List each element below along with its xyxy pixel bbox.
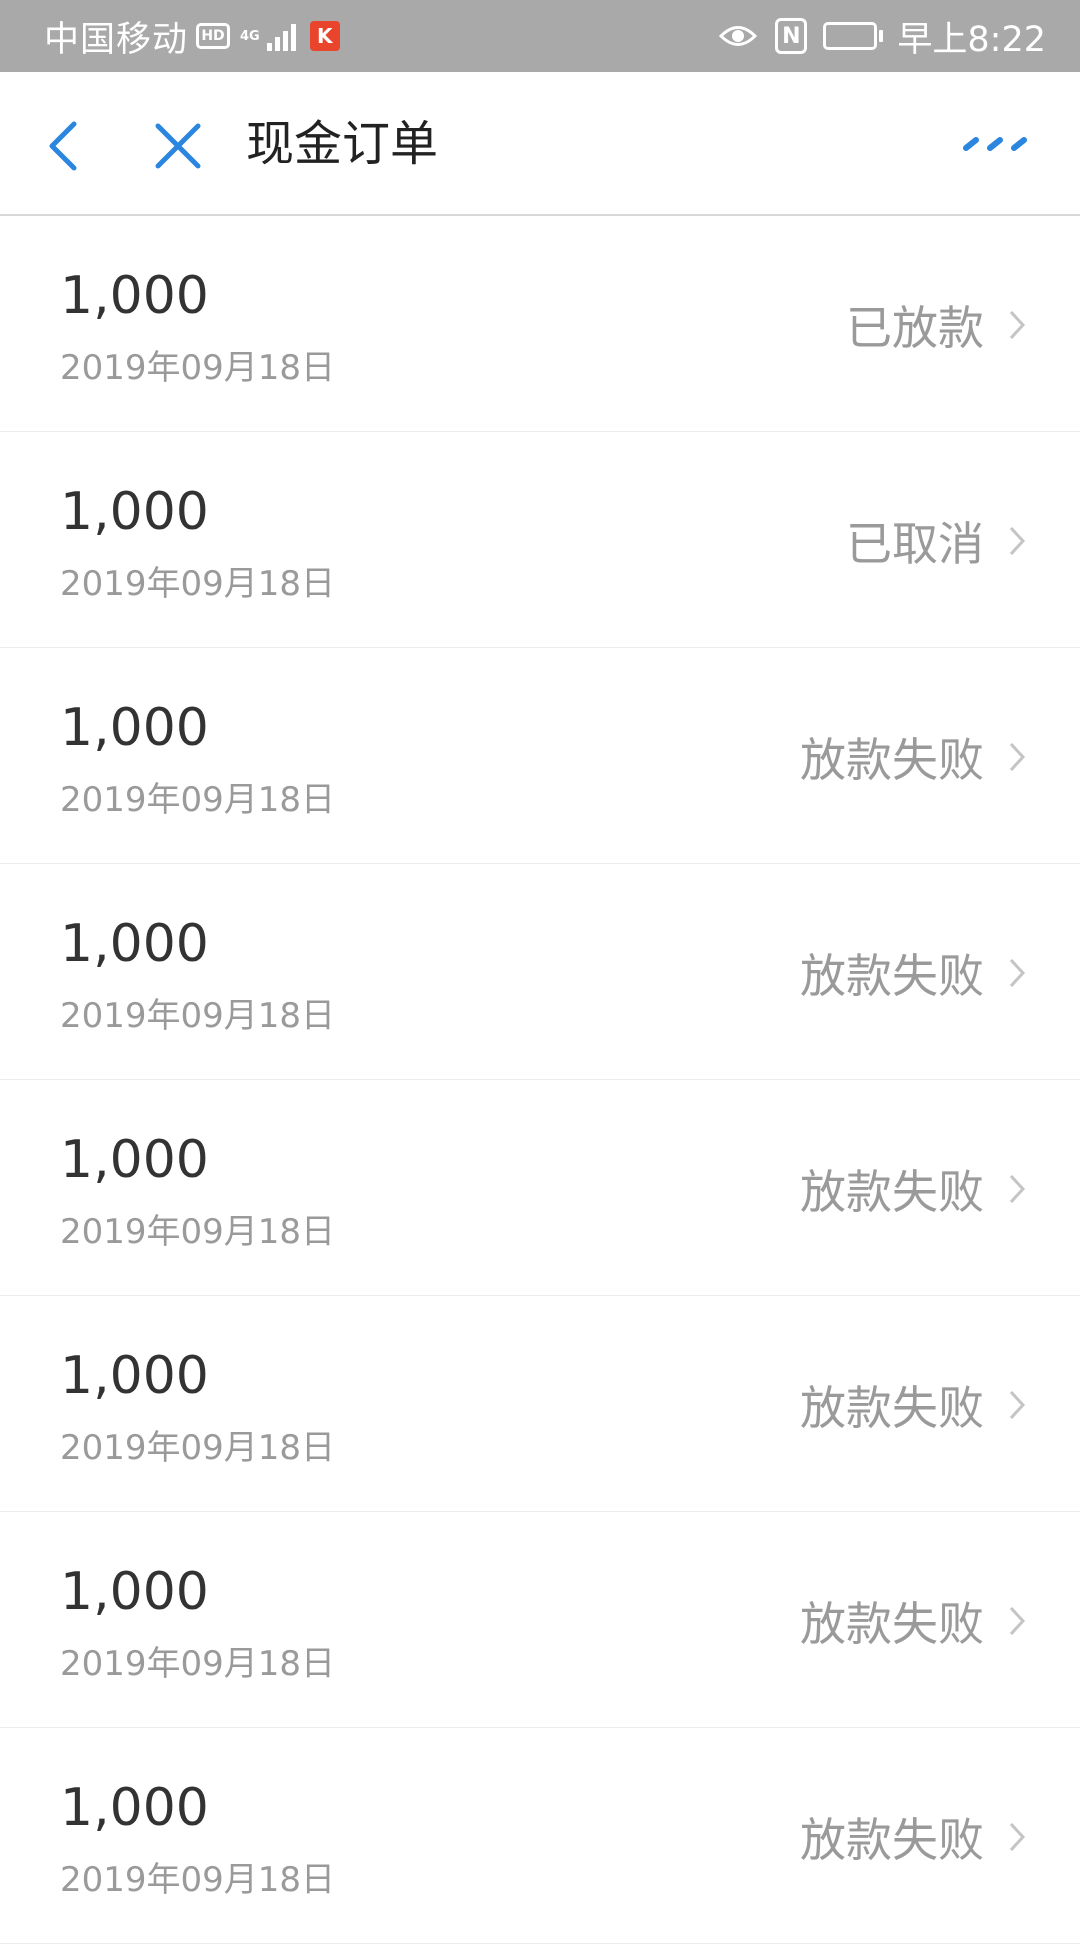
order-amount: 1,000 [60,698,209,758]
order-item[interactable]: 1,000 2019年09月18日 放款失败 [0,864,1080,1080]
order-amount: 1,000 [60,1562,209,1622]
order-amount: 1,000 [60,1346,209,1406]
chevron-right-icon [1009,1390,1026,1420]
order-list: 1,000 2019年09月18日 已放款 1,000 2019年09月18日 … [0,216,1080,1944]
order-amount: 1,000 [60,1778,209,1838]
order-item[interactable]: 1,000 2019年09月18日 已取消 [0,432,1080,648]
order-date: 2019年09月18日 [60,996,336,1036]
more-icon[interactable] [960,130,1030,160]
order-status: 已放款 [846,301,984,355]
network-type: 4G [240,28,260,44]
status-bar-left: 中国移动 HD 4G K [44,11,340,62]
order-item[interactable]: 1,000 2019年09月18日 放款失败 [0,1296,1080,1512]
chevron-right-icon [1009,742,1026,772]
order-date: 2019年09月18日 [60,564,336,604]
order-status: 放款失败 [800,1165,984,1219]
page-title: 现金订单 [246,116,439,172]
order-date: 2019年09月18日 [60,348,336,388]
carrier-name: 中国移动 [44,19,189,60]
chevron-left-icon[interactable] [40,116,94,176]
order-date: 2019年09月18日 [60,1860,336,1900]
eye-comfort-icon [719,26,758,46]
chevron-right-icon [1009,526,1026,556]
chevron-right-icon [1009,1606,1026,1636]
order-item[interactable]: 1,000 2019年09月18日 已放款 [0,216,1080,432]
order-item[interactable]: 1,000 2019年09月18日 放款失败 [0,1512,1080,1728]
order-item[interactable]: 1,000 2019年09月18日 放款失败 [0,1080,1080,1296]
chevron-right-icon [1009,310,1026,340]
order-status: 放款失败 [800,733,984,787]
order-date: 2019年09月18日 [60,1428,336,1468]
order-amount: 1,000 [60,482,209,542]
status-time: 早上8:22 [897,19,1046,60]
chevron-right-icon [1009,1174,1026,1204]
order-item[interactable]: 1,000 2019年09月18日 放款失败 [0,648,1080,864]
chevron-right-icon [1009,1822,1026,1852]
nfc-icon: N [775,18,808,54]
close-icon[interactable] [148,116,208,176]
order-date: 2019年09月18日 [60,1212,336,1252]
order-date: 2019年09月18日 [60,780,336,820]
order-status: 放款失败 [800,1381,984,1435]
status-bar: 中国移动 HD 4G K N 早上8:22 [0,0,1080,72]
status-bar-right: N 早上8:22 [719,11,1046,62]
app-notification-icon: K [309,21,340,51]
hd-icon: HD [196,23,231,49]
order-status: 放款失败 [800,1813,984,1867]
chevron-right-icon [1009,958,1026,988]
order-status: 已取消 [846,517,984,571]
order-item[interactable]: 1,000 2019年09月18日 放款失败 [0,1728,1080,1944]
order-date: 2019年09月18日 [60,1644,336,1684]
order-status: 放款失败 [800,1597,984,1651]
nav-bar: 现金订单 [0,72,1080,216]
battery-icon [823,22,884,50]
signal-icon [264,21,296,51]
order-amount: 1,000 [60,1130,209,1190]
order-status: 放款失败 [800,949,984,1003]
order-amount: 1,000 [60,914,209,974]
order-amount: 1,000 [60,266,209,326]
